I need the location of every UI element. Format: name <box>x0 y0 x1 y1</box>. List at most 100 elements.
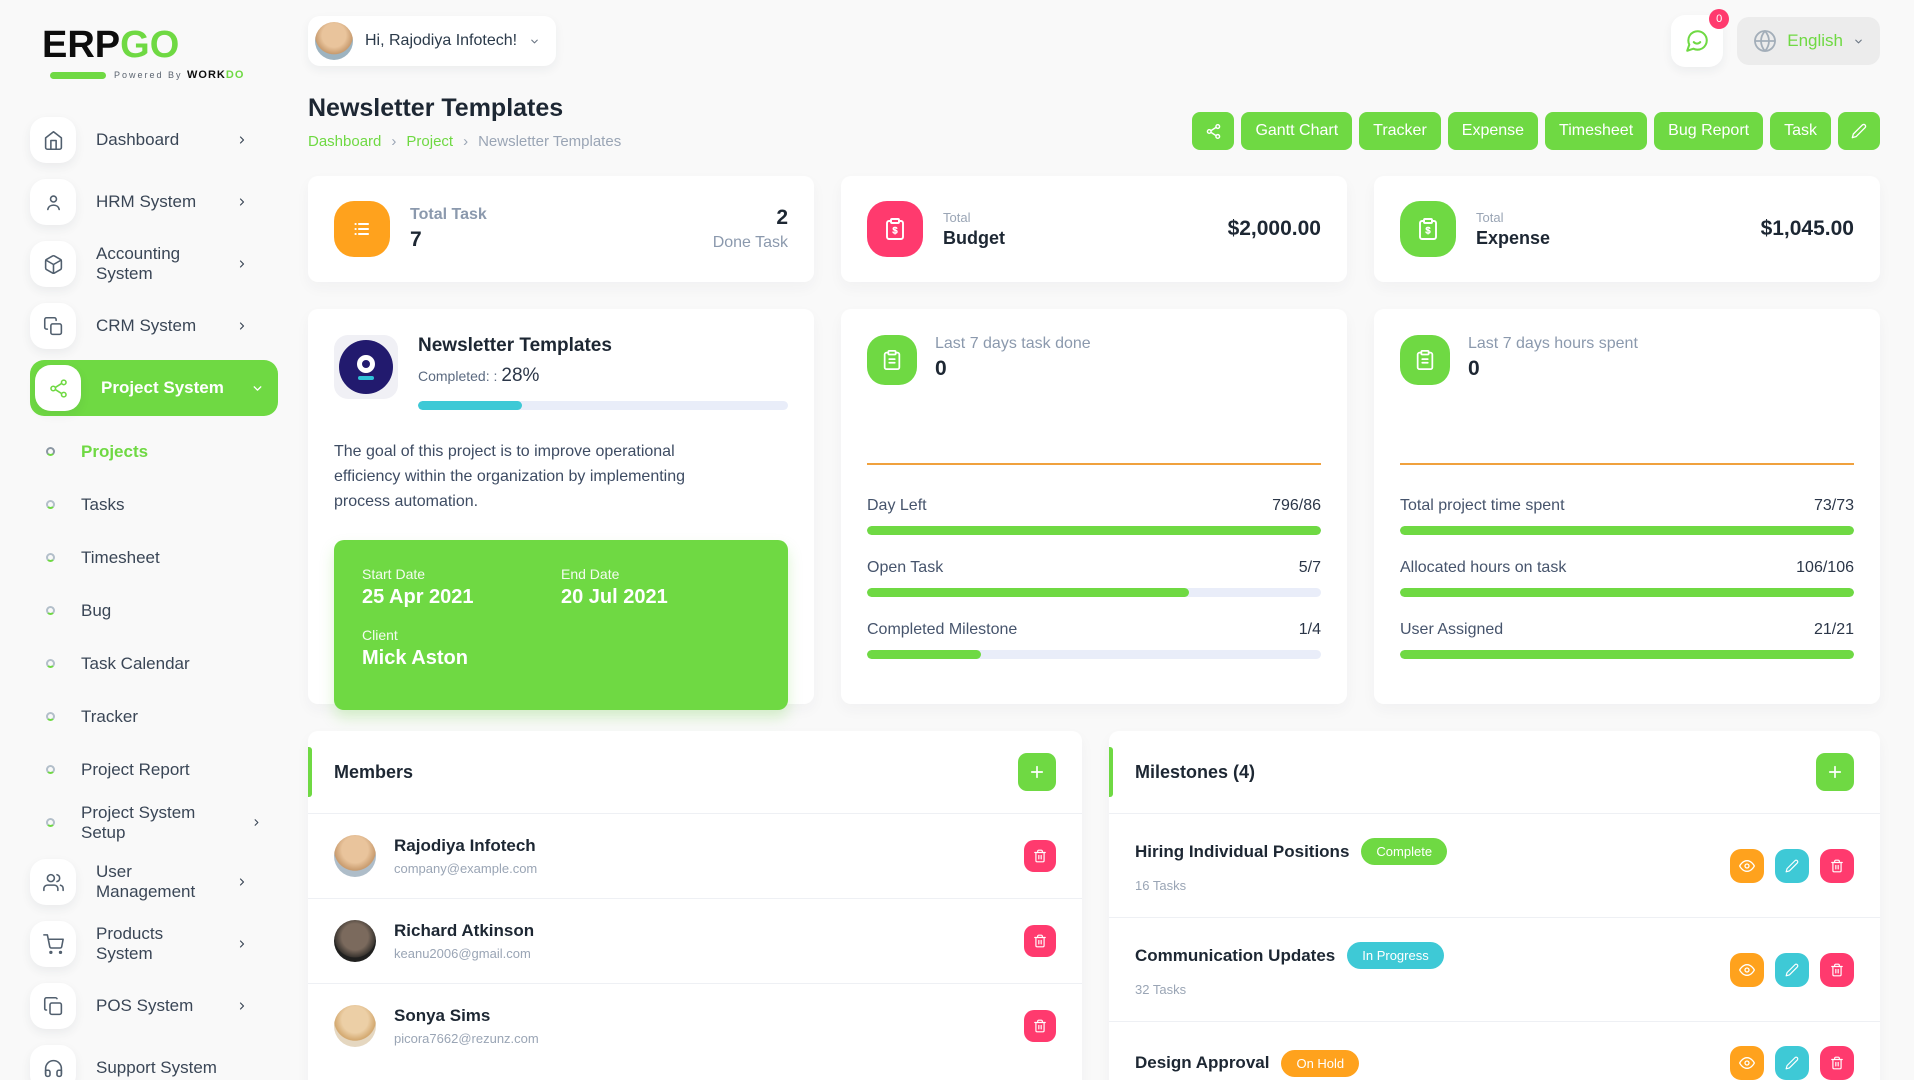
user-menu[interactable]: Hi, Rajodiya Infotech! <box>308 16 556 66</box>
edit-milestone-button[interactable] <box>1775 849 1809 883</box>
cart-icon <box>30 921 76 967</box>
add-member-button[interactable] <box>1018 753 1056 791</box>
task-button[interactable]: Task <box>1770 112 1831 150</box>
client-value: Mick Aston <box>362 647 561 670</box>
sidebar-item-hrm[interactable]: HRM System <box>30 171 262 233</box>
chevron-right-icon <box>236 258 248 270</box>
sidebar-item-label: Dashboard <box>96 130 179 150</box>
pencil-icon <box>1785 1056 1799 1070</box>
logo-erp: ERP <box>42 24 120 66</box>
pencil-icon <box>1785 859 1799 873</box>
chevron-right-icon <box>236 320 248 332</box>
view-milestone-button[interactable] <box>1730 953 1764 987</box>
sidebar: ERPGO Powered By WORKDO Dashboard HRM Sy… <box>0 0 280 1080</box>
add-milestone-button[interactable] <box>1816 753 1854 791</box>
members-title: Members <box>334 762 413 783</box>
sidebar-subitem-timesheet[interactable]: Timesheet <box>46 531 262 584</box>
notifications-button[interactable]: 0 <box>1671 15 1723 67</box>
chevron-right-icon <box>236 1000 248 1012</box>
sidebar-subitem-projects[interactable]: Projects <box>46 425 262 478</box>
bug-report-button[interactable]: Bug Report <box>1654 112 1763 150</box>
package-icon <box>30 241 76 287</box>
svg-text:$: $ <box>1425 226 1430 236</box>
chevron-right-icon <box>236 876 248 888</box>
delete-milestone-button[interactable] <box>1820 849 1854 883</box>
sidebar-item-accounting[interactable]: Accounting System <box>30 233 262 295</box>
sidebar-item-dashboard[interactable]: Dashboard <box>30 109 262 171</box>
sidebar-subitem-tracker[interactable]: Tracker <box>46 690 262 743</box>
clipboard-icon <box>867 335 917 385</box>
budget-clipboard-icon: $ <box>867 201 923 257</box>
progress-fill <box>1400 588 1854 597</box>
delete-member-button[interactable] <box>1024 840 1056 872</box>
sidebar-item-project-system[interactable]: Project System <box>30 360 278 416</box>
sidebar-item-products-system[interactable]: Products System <box>30 913 262 975</box>
chevron-down-icon <box>251 382 264 395</box>
task-list-icon <box>334 201 390 257</box>
delete-milestone-button[interactable] <box>1820 953 1854 987</box>
completed-progress-fill <box>418 401 522 410</box>
language-label: English <box>1787 31 1843 51</box>
edit-milestone-button[interactable] <box>1775 1046 1809 1080</box>
edit-milestone-button[interactable] <box>1775 953 1809 987</box>
share-button[interactable] <box>1192 112 1234 150</box>
logo-underline <box>50 72 106 79</box>
gantt-chart-button[interactable]: Gantt Chart <box>1241 112 1352 150</box>
task-summary-title: Last 7 days task done <box>935 335 1091 353</box>
view-milestone-button[interactable] <box>1730 1046 1764 1080</box>
sidebar-subitem-tasks[interactable]: Tasks <box>46 478 262 531</box>
member-name: Sonya Sims <box>394 1006 539 1026</box>
chevron-right-icon <box>236 938 248 950</box>
sidebar-item-label: CRM System <box>96 316 196 336</box>
logo-text: ERPGO <box>42 24 262 67</box>
member-avatar <box>334 835 376 877</box>
sidebar-subitem-bug[interactable]: Bug <box>46 584 262 637</box>
total-task-value: 7 <box>410 228 487 252</box>
sidebar-item-support-system[interactable]: Support System <box>30 1037 262 1080</box>
eye-icon <box>1739 962 1755 978</box>
sidebar-subitem-task-calendar[interactable]: Task Calendar <box>46 637 262 690</box>
delete-member-button[interactable] <box>1024 1010 1056 1042</box>
chevron-right-icon <box>251 817 262 828</box>
bullet-icon <box>46 447 55 456</box>
breadcrumb-project[interactable]: Project <box>406 133 453 150</box>
total-task-label: Total Task <box>410 206 487 224</box>
milestone-task-count: 32 Tasks <box>1135 982 1444 997</box>
members-header: Members <box>308 731 1082 813</box>
sidebar-subitem-project-report[interactable]: Project Report <box>46 743 262 796</box>
tracker-button[interactable]: Tracker <box>1359 112 1441 150</box>
chat-bubble-icon <box>1684 28 1710 54</box>
breadcrumb-dashboard[interactable]: Dashboard <box>308 133 381 150</box>
share-icon <box>1205 123 1222 140</box>
delete-milestone-button[interactable] <box>1820 1046 1854 1080</box>
language-selector[interactable]: English <box>1737 17 1880 65</box>
project-system-submenu: Projects Tasks Timesheet Bug Task Calend… <box>30 419 262 851</box>
expense-button[interactable]: Expense <box>1448 112 1538 150</box>
app-logo[interactable]: ERPGO Powered By WORKDO <box>42 24 262 81</box>
milestone-row: Hiring Individual Positions Complete 16 … <box>1109 814 1880 917</box>
pencil-icon <box>1851 123 1867 139</box>
milestones-card: Milestones (4) Hiring Individual Positio… <box>1109 731 1880 1080</box>
svg-text:$: $ <box>892 226 897 236</box>
sidebar-subitem-project-system-setup[interactable]: Project System Setup <box>46 796 262 849</box>
chevron-down-icon <box>529 36 540 47</box>
sidebar-item-pos-system[interactable]: POS System <box>30 975 262 1037</box>
sidebar-item-user-management[interactable]: User Management <box>30 851 262 913</box>
topbar: Hi, Rajodiya Infotech! 0 English <box>308 10 1880 72</box>
plus-icon <box>1826 763 1844 781</box>
powered-by-label: Powered By <box>114 70 183 80</box>
progress-label: Day Left <box>867 497 927 515</box>
member-email: company@example.com <box>394 861 537 876</box>
milestones-title: Milestones (4) <box>1135 762 1255 783</box>
sidebar-item-crm[interactable]: CRM System <box>30 295 262 357</box>
edit-button[interactable] <box>1838 112 1880 150</box>
view-milestone-button[interactable] <box>1730 849 1764 883</box>
timesheet-button[interactable]: Timesheet <box>1545 112 1647 150</box>
milestones-header: Milestones (4) <box>1109 731 1880 813</box>
member-avatar <box>334 1005 376 1047</box>
share-network-icon <box>35 365 81 411</box>
progress-value: 5/7 <box>1299 559 1321 577</box>
main-content: Hi, Rajodiya Infotech! 0 English Newslet… <box>280 0 1914 1080</box>
budget-label: Budget <box>943 228 1005 249</box>
delete-member-button[interactable] <box>1024 925 1056 957</box>
